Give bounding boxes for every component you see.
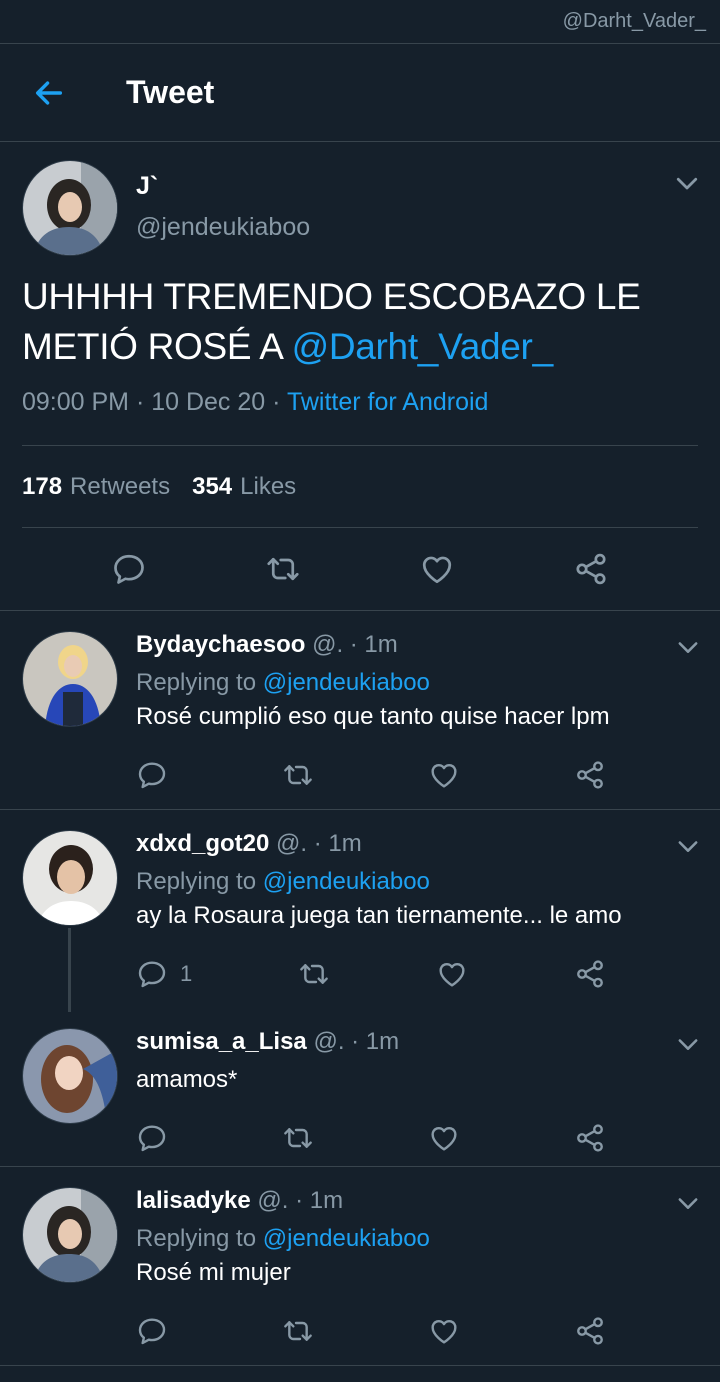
retweet-button[interactable] [282,1122,314,1154]
replying-to: Replying to @jendeukiaboo [136,669,430,696]
avatar[interactable] [22,1028,118,1124]
reply-author-name[interactable]: lalisadyke [136,1187,251,1214]
reply-button[interactable]: 1 [136,958,192,990]
share-button[interactable] [574,958,606,990]
thread-line [68,928,71,1012]
reply-text: Rosé mi mujer [136,1259,291,1286]
avatar[interactable] [22,830,118,926]
reply-meta: @. · 1m [305,631,398,658]
replying-to-link[interactable]: @jendeukiaboo [263,669,430,696]
reply-tweet[interactable]: sumisa_a_Lisa @. · 1m amamos* [0,1008,720,1166]
chevron-down-icon[interactable] [674,1189,702,1217]
like-button[interactable] [428,1315,460,1347]
replying-to: Replying to @jendeukiaboo [136,868,430,895]
retweet-button[interactable] [265,551,301,587]
likes-stat[interactable]: 354 Likes [192,473,296,501]
reply-text: ay la Rosaura juega tan tiernamente... l… [136,902,622,929]
avatar[interactable] [22,631,118,727]
retweet-button[interactable] [282,1315,314,1347]
reply-button[interactable] [136,759,168,791]
retweets-stat[interactable]: 178 Retweets [22,473,170,501]
tweet-stats: 178 Retweets 354 Likes [22,446,698,528]
chevron-down-icon[interactable] [672,168,702,198]
author-display-name[interactable]: J` [136,172,310,201]
like-button[interactable] [428,759,460,791]
author-handle[interactable]: @jendeukiaboo [136,213,310,242]
reply-meta: @. · 1m [269,830,362,857]
replying-to-link[interactable]: @jendeukiaboo [263,868,430,895]
retweet-button[interactable] [282,759,314,791]
reply-tweet[interactable]: lalisadyke @. · 1m Replying to @jendeuki… [0,1167,720,1365]
reply-tweet[interactable]: xdxd_got20 @. · 1m Replying to @jendeuki… [0,810,720,1012]
chevron-down-icon[interactable] [674,1030,702,1058]
reply-actions [136,1309,606,1353]
back-button[interactable] [24,68,74,118]
reply-meta: @. · 1m [250,1187,344,1214]
reply-button[interactable] [136,1122,168,1154]
chevron-down-icon[interactable] [674,633,702,661]
reply-count: 1 [180,961,193,986]
replying-to-link[interactable]: @jendeukiaboo [263,1225,430,1252]
divider [0,1365,720,1366]
reply-text: amamos* [136,1066,238,1093]
tweet-timestamp: 09:00 PM · 10 Dec 20 · [22,388,287,416]
reply-text: Rosé cumplió eso que tanto quise hacer l… [136,703,610,730]
page-title: Tweet [126,74,215,110]
reply-author-name[interactable]: sumisa_a_Lisa [136,1028,307,1055]
retweet-button[interactable] [298,958,330,990]
watermark: @Darht_Vader_ [0,0,720,44]
tweet-text: UHHHH TREMENDO ESCOBAZO LE METIÓ ROSÉ A … [22,276,641,367]
reply-author-name[interactable]: Bydaychaesoo [136,631,305,658]
top-app-bar: Tweet [0,44,720,142]
reply-tweet[interactable]: Bydaychaesoo @. · 1m Replying to @jendeu… [0,611,720,809]
reply-actions [136,753,606,797]
share-button[interactable] [573,551,609,587]
like-button[interactable] [428,1122,460,1154]
chevron-down-icon[interactable] [674,832,702,860]
reply-actions [136,1116,606,1160]
replying-to: Replying to @jendeukiaboo [136,1225,430,1252]
tweet-actions [22,528,698,610]
arrow-left-icon [35,80,63,105]
like-button[interactable] [419,551,455,587]
mention-link[interactable]: @Darht_Vader_ [292,326,554,367]
tweet-source-link[interactable]: Twitter for Android [287,388,488,416]
share-button[interactable] [574,1122,606,1154]
reply-button[interactable] [111,551,147,587]
share-button[interactable] [574,1315,606,1347]
tweet-author: J` @jendeukiaboo [22,142,698,258]
reply-meta: @. · 1m [306,1028,400,1055]
reply-actions: 1 [136,952,606,996]
like-button[interactable] [436,958,468,990]
main-tweet: J` @jendeukiaboo UHHHH TREMENDO ESCOBAZO… [0,142,720,610]
reply-button[interactable] [136,1315,168,1347]
avatar[interactable] [22,160,118,256]
tweet-meta: 09:00 PM · 10 Dec 20 · Twitter for Andro… [22,388,698,446]
share-button[interactable] [574,759,606,791]
reply-author-name[interactable]: xdxd_got20 [136,830,269,857]
avatar[interactable] [22,1187,118,1283]
